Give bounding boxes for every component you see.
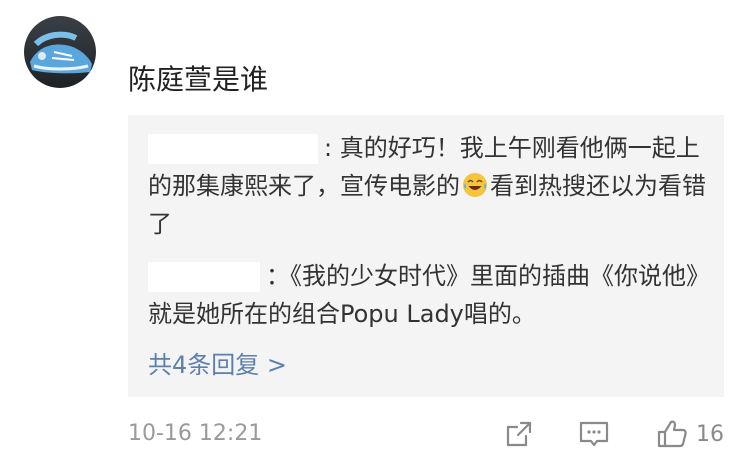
avatar[interactable] [24, 16, 96, 88]
share-button[interactable] [504, 416, 536, 452]
thumbs-up-icon [657, 420, 687, 448]
reply-item[interactable]: ：《我的少女时代》里面的插曲《你说他》就是她所在的组合Popu Lady唱的。 [148, 257, 714, 333]
reply-item[interactable]: : 真的好巧！我上午刚看他俩一起上的那集康熙来了，宣传电影的 看到热搜还以为看错… [148, 129, 714, 243]
redacted-username [148, 134, 318, 164]
comment-timestamp: 10-16 12:21 [128, 421, 263, 446]
comment-text: 陈庭萱是谁 [128, 63, 269, 96]
redacted-username [148, 262, 260, 292]
like-count: 16 [696, 421, 724, 447]
like-button[interactable]: 16 [656, 416, 724, 452]
sneaker-photo-avatar-icon [24, 16, 96, 88]
reply-box: : 真的好巧！我上午刚看他俩一起上的那集康熙来了，宣传电影的 看到热搜还以为看错… [128, 115, 724, 397]
comment-button[interactable] [578, 416, 612, 452]
share-icon [506, 421, 532, 447]
comment-icon [579, 421, 609, 447]
laughing-tears-emoji-icon [462, 171, 488, 197]
more-replies-link[interactable]: 共4条回复 > [148, 347, 287, 383]
